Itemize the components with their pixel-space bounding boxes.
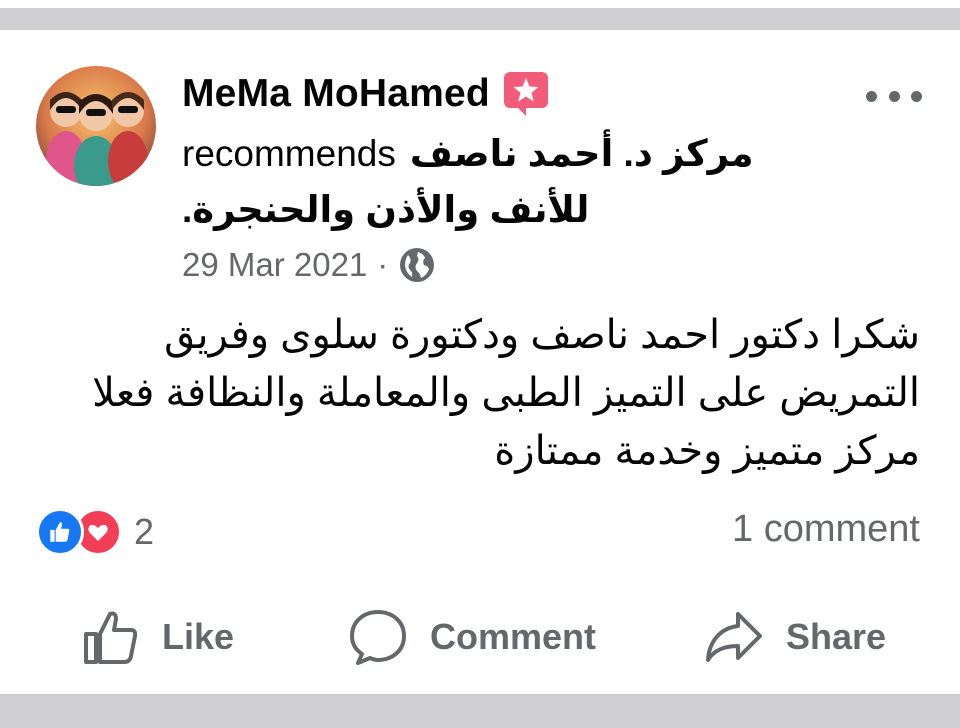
comment-button[interactable]: Comment bbox=[348, 602, 596, 672]
post-body: شكرا دكتور احمد ناصف ودكتورة سلوى وفريق … bbox=[40, 306, 920, 480]
like-label: Like bbox=[162, 616, 235, 657]
more-options-icon[interactable] bbox=[866, 86, 922, 106]
reaction-count: 2 bbox=[134, 511, 155, 552]
author-row: MeMa MoHamed bbox=[182, 70, 550, 118]
avatar[interactable] bbox=[36, 66, 156, 186]
author-name[interactable]: MeMa MoHamed bbox=[182, 72, 490, 116]
post-body-line: مركز متميز وخدمة ممتازة bbox=[494, 429, 920, 473]
comment-count[interactable]: 1 comment bbox=[732, 508, 920, 551]
recommendation-line: recommends مركز د. أحمد ناصف للأنف والأذ… bbox=[182, 126, 842, 238]
meta-separator: · bbox=[377, 246, 389, 283]
bottom-separator bbox=[0, 694, 960, 728]
post-date[interactable]: 29 Mar 2021 bbox=[182, 246, 367, 284]
post-card: MeMa MoHamed recommends مركز د. أحمد ناص… bbox=[0, 30, 960, 694]
globe-icon bbox=[400, 248, 435, 282]
action-bar: Like Comment Share bbox=[0, 602, 960, 672]
page-name-line2[interactable]: للأنف والأذن والحنجرة. bbox=[182, 182, 589, 238]
post-body-line: شكرا دكتور احمد ناصف ودكتورة سلوى وفريق bbox=[164, 313, 920, 357]
comment-bubble-icon bbox=[350, 610, 406, 665]
share-button[interactable]: Share bbox=[704, 602, 886, 672]
share-arrow-icon bbox=[706, 612, 762, 662]
star-badge-icon bbox=[503, 72, 548, 116]
thumbs-up-icon bbox=[84, 611, 138, 664]
like-reaction-icon bbox=[36, 508, 84, 556]
top-separator bbox=[0, 0, 960, 30]
post-body-line: التمريض على التميز الطبى والمعاملة والنظ… bbox=[92, 371, 920, 415]
like-button[interactable]: Like bbox=[82, 602, 234, 672]
share-label: Share bbox=[786, 616, 887, 657]
comment-label: Comment bbox=[430, 616, 597, 657]
recommends-text: recommends bbox=[182, 133, 396, 174]
post-meta: 29 Mar 2021 · bbox=[182, 246, 436, 284]
page-name-line1[interactable]: مركز د. أحمد ناصف bbox=[410, 126, 754, 182]
reactions-summary[interactable]: 2 bbox=[36, 508, 154, 556]
